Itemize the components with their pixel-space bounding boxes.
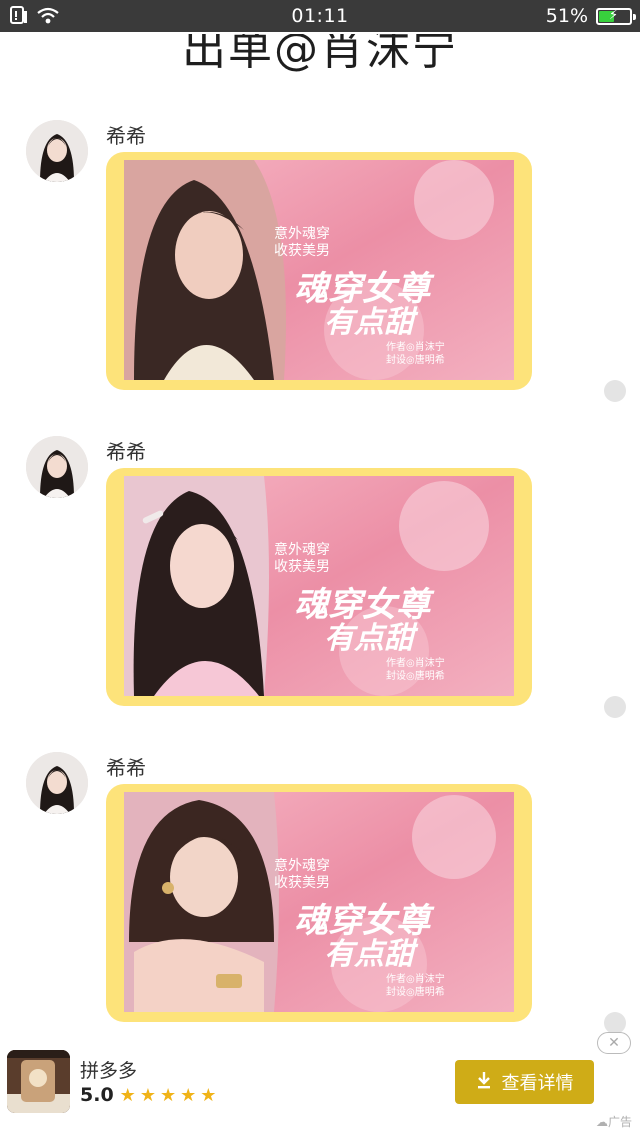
cover-title-2: 有点甜	[324, 621, 419, 656]
avatar[interactable]	[26, 752, 88, 814]
cover-tagline-2: 收获美男	[274, 875, 330, 891]
star-icon: ★	[119, 1084, 136, 1106]
image-message-bubble[interactable]: 意外魂穿 收获美男 魂穿女尊 有点甜 作者◎肖沫宁 封设◎唐明希	[106, 784, 532, 1022]
ad-rating: 5.0 ★ ★ ★ ★ ★	[80, 1084, 216, 1106]
ad-label: ☁广告	[595, 1115, 632, 1129]
sender-name: 希希	[106, 756, 146, 780]
cover-tagline-1: 意外魂穿	[274, 225, 330, 242]
view-details-label: 查看详情	[501, 1073, 574, 1094]
book-cover-image[interactable]: 意外魂穿 收获美男 魂穿女尊 有点甜 作者◎肖沫宁 封设◎唐明希	[124, 476, 514, 696]
cloud-icon: ☁	[595, 1115, 608, 1129]
ad-banner[interactable]: 拼多多 5.0 ★ ★ ★ ★ ★ 查看详情 ✕ ☁广告	[0, 1032, 640, 1138]
cover-title-1: 魂穿女尊	[294, 269, 435, 309]
cover-credit-1: 作者◎肖沫宁	[386, 972, 445, 985]
book-cover-image[interactable]: 意外魂穿 收获美男 魂穿女尊 有点甜 作者◎肖沫宁 封设◎唐明希	[124, 160, 514, 380]
cover-credit-1: 作者◎肖沫宁	[386, 340, 445, 353]
chat-message: 希希 意外魂穿 收获美男 魂穿女尊 有点甜 作者◎肖沫宁 封设◎唐明希	[0, 120, 640, 410]
sender-name: 希希	[106, 440, 146, 464]
chat-message: 希希 意外魂穿 收获美男 魂穿女尊 有点甜 作者◎肖沫宁 封设◎唐明希	[0, 436, 640, 726]
star-icon: ★	[139, 1084, 156, 1106]
star-icon: ★	[200, 1084, 217, 1106]
rating-score: 5.0	[80, 1084, 114, 1106]
cover-credit-2: 封设◎唐明希	[386, 669, 445, 682]
cover-credit-2: 封设◎唐明希	[386, 985, 445, 998]
read-indicator	[604, 380, 626, 402]
cover-title-1: 魂穿女尊	[294, 585, 435, 625]
battery-percent: 51%	[545, 5, 588, 27]
close-ad-button[interactable]: ✕	[597, 1032, 631, 1054]
cover-title-2: 有点甜	[324, 305, 419, 340]
cover-title-1: 魂穿女尊	[294, 901, 435, 941]
status-bar: 01:11 51% ⚡	[0, 0, 640, 32]
download-icon	[476, 1071, 492, 1094]
clock: 01:11	[291, 5, 349, 27]
image-message-bubble[interactable]: 意外魂穿 收获美男 魂穿女尊 有点甜 作者◎肖沫宁 封设◎唐明希	[106, 152, 532, 390]
star-icon: ★	[159, 1084, 177, 1106]
view-details-button[interactable]: 查看详情	[455, 1060, 594, 1104]
read-indicator	[604, 696, 626, 718]
cover-credit-2: 封设◎唐明希	[386, 353, 445, 366]
read-indicator	[604, 1012, 626, 1034]
sender-name: 希希	[106, 124, 146, 148]
book-cover-image[interactable]: 意外魂穿 收获美男 魂穿女尊 有点甜 作者◎肖沫宁 封设◎唐明希	[124, 792, 514, 1012]
ad-app-name: 拼多多	[80, 1060, 138, 1082]
cover-tagline-1: 意外魂穿	[274, 857, 330, 874]
avatar[interactable]	[26, 120, 88, 182]
image-message-bubble[interactable]: 意外魂穿 收获美男 魂穿女尊 有点甜 作者◎肖沫宁 封设◎唐明希	[106, 468, 532, 706]
cover-tagline-1: 意外魂穿	[274, 541, 330, 558]
app-icon[interactable]	[7, 1050, 70, 1113]
cover-credit-1: 作者◎肖沫宁	[386, 656, 445, 669]
star-icon: ★	[180, 1084, 197, 1106]
charging-icon: ⚡	[609, 7, 619, 23]
cover-title-2: 有点甜	[324, 937, 419, 972]
cover-tagline-2: 收获美男	[274, 559, 330, 575]
chat-message: 希希 意外魂穿 收获美男 魂穿女尊 有点甜 作者◎肖沫宁 封设◎唐明希	[0, 752, 640, 1042]
avatar[interactable]	[26, 436, 88, 498]
cover-tagline-2: 收获美男	[274, 243, 330, 259]
battery-icon: ⚡	[596, 7, 636, 25]
